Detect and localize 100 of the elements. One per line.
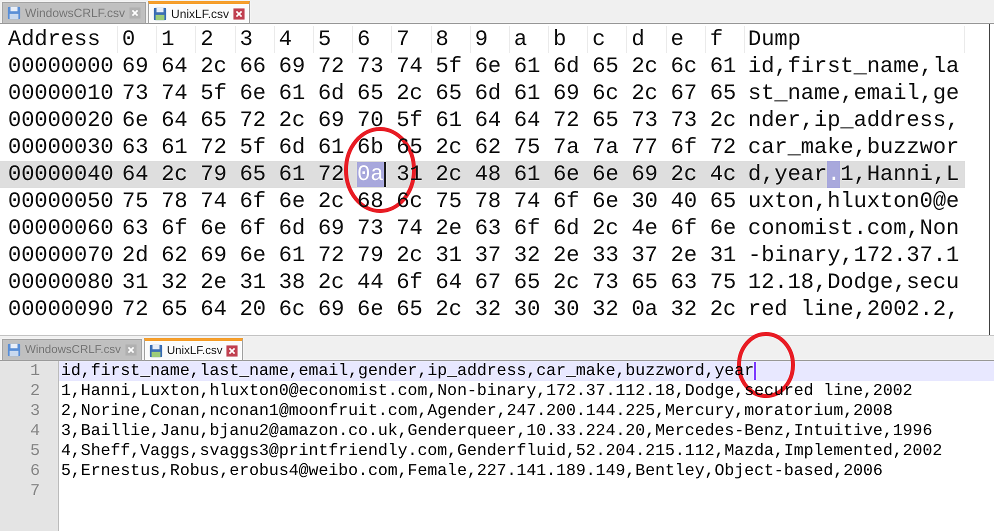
byte-cell[interactable]: 62 — [161, 243, 188, 268]
byte-cell[interactable]: 64 — [161, 108, 188, 133]
byte-cell[interactable]: 6f — [240, 216, 266, 241]
byte-cell[interactable]: 2c — [396, 81, 423, 106]
byte-cell[interactable]: 74 — [161, 81, 188, 106]
byte-cell[interactable]: 38 — [278, 270, 306, 295]
byte-cell[interactable]: 74 — [396, 54, 423, 79]
byte-cell[interactable]: 6e — [122, 108, 148, 133]
byte-cell[interactable]: 65 — [240, 162, 266, 187]
byte-cell[interactable]: 2e — [436, 216, 462, 241]
byte-cell[interactable]: 2c — [200, 54, 227, 79]
byte-cell[interactable]: 7a — [553, 135, 580, 160]
byte-cell[interactable]: 30 — [631, 189, 658, 214]
byte-cell[interactable]: 2c — [670, 162, 698, 187]
byte-cell[interactable]: 5f — [436, 54, 462, 79]
byte-cell[interactable]: 5f — [240, 135, 266, 160]
byte-cell[interactable]: 31 — [436, 243, 462, 268]
byte-cell[interactable]: 6e — [240, 243, 266, 268]
byte-cell[interactable]: 69 — [318, 108, 344, 133]
byte-cell[interactable]: 6f — [670, 135, 698, 160]
byte-cell[interactable]: 61 — [436, 108, 462, 133]
byte-cell[interactable]: 2c — [161, 162, 188, 187]
byte-cell[interactable]: 6f — [514, 216, 540, 241]
byte-cell[interactable]: 61 — [514, 162, 540, 187]
byte-cell[interactable]: 6f — [240, 189, 266, 214]
byte-cell[interactable]: 65 — [592, 108, 619, 133]
byte-cell[interactable]: 6e — [474, 54, 502, 79]
byte-cell[interactable]: 69 — [318, 297, 344, 322]
byte-cell[interactable]: 6d — [318, 81, 344, 106]
byte-cell[interactable]: 65 — [514, 270, 540, 295]
byte-cell[interactable]: 2c — [396, 243, 423, 268]
byte-cell[interactable]: 61 — [278, 162, 306, 187]
byte-cell[interactable]: 40 — [670, 189, 698, 214]
byte-cell[interactable]: 69 — [631, 162, 658, 187]
byte-cell[interactable]: 65 — [200, 108, 227, 133]
byte-cell[interactable]: 64 — [122, 162, 148, 187]
byte-cell[interactable]: 6f — [670, 216, 698, 241]
byte-cell[interactable]: 2e — [553, 243, 580, 268]
byte-cell[interactable]: 48 — [474, 162, 502, 187]
byte-cell[interactable]: 6e — [200, 216, 227, 241]
byte-cell[interactable]: 6d — [474, 81, 502, 106]
byte-cell[interactable]: 32 — [514, 243, 540, 268]
byte-cell[interactable]: 73 — [357, 216, 384, 241]
byte-cell[interactable]: 6b — [357, 135, 384, 160]
byte-cell[interactable]: 6d — [553, 216, 580, 241]
byte-cell[interactable]: 6d — [278, 216, 306, 241]
byte-cell[interactable]: 72 — [200, 135, 227, 160]
byte-cell[interactable]: 73 — [122, 81, 148, 106]
byte-cell[interactable]: 2c — [631, 54, 658, 79]
byte-cell[interactable]: 6e — [710, 216, 736, 241]
byte-cell[interactable]: 73 — [357, 54, 384, 79]
byte-cell[interactable]: 75 — [514, 135, 540, 160]
byte-cell[interactable]: 32 — [592, 297, 619, 322]
byte-cell[interactable]: 32 — [670, 297, 698, 322]
byte-cell[interactable]: 31 — [240, 270, 266, 295]
byte-cell[interactable]: 61 — [278, 243, 306, 268]
byte-cell[interactable]: 64 — [200, 297, 227, 322]
byte-cell[interactable]: 64 — [161, 54, 188, 79]
byte-cell[interactable]: 69 — [278, 54, 306, 79]
byte-cell[interactable]: 72 — [318, 243, 344, 268]
byte-cell[interactable]: 69 — [122, 54, 148, 79]
byte-cell[interactable]: 61 — [514, 54, 540, 79]
byte-cell[interactable]: 6d — [278, 135, 306, 160]
byte-cell[interactable]: 64 — [474, 108, 502, 133]
byte-cell[interactable]: 65 — [436, 81, 462, 106]
close-icon[interactable] — [233, 8, 246, 20]
byte-cell[interactable]: 2e — [670, 243, 698, 268]
byte-cell[interactable]: 61 — [710, 54, 736, 79]
byte-cell[interactable]: 64 — [514, 108, 540, 133]
byte-cell[interactable]: 2c — [436, 135, 462, 160]
byte-cell[interactable]: 63 — [122, 135, 148, 160]
byte-cell[interactable]: 65 — [592, 54, 619, 79]
byte-cell[interactable]: 2c — [278, 108, 306, 133]
byte-cell[interactable]: 67 — [670, 81, 698, 106]
byte-cell[interactable]: 75 — [122, 189, 148, 214]
byte-cell[interactable]: 75 — [710, 270, 736, 295]
byte-cell[interactable]: 65 — [396, 297, 423, 322]
byte-cell[interactable]: 2c — [592, 216, 619, 241]
file-tab[interactable]: UnixLF.csv — [144, 338, 244, 360]
byte-cell[interactable]: 79 — [357, 243, 384, 268]
byte-cell[interactable]: 62 — [474, 135, 502, 160]
byte-cell[interactable]: 65 — [631, 270, 658, 295]
byte-cell[interactable]: 74 — [200, 189, 227, 214]
byte-cell[interactable]: 65 — [710, 189, 736, 214]
byte-cell[interactable]: 61 — [318, 135, 344, 160]
byte-cell[interactable]: 2d — [122, 243, 148, 268]
byte-cell[interactable]: 2c — [553, 270, 580, 295]
byte-cell[interactable]: 69 — [200, 243, 227, 268]
byte-cell[interactable]: 73 — [631, 108, 658, 133]
byte-cell[interactable]: 2c — [710, 297, 736, 322]
byte-cell[interactable]: 65 — [710, 81, 736, 106]
byte-cell[interactable]: 6e — [592, 162, 619, 187]
byte-cell[interactable]: 78 — [161, 189, 188, 214]
byte-cell[interactable]: 2c — [631, 81, 658, 106]
byte-cell[interactable]: 33 — [592, 243, 619, 268]
byte-cell[interactable]: 66 — [240, 54, 266, 79]
byte-cell[interactable]: 6f — [396, 270, 423, 295]
byte-cell[interactable]: 2c — [710, 108, 736, 133]
byte-cell[interactable]: 79 — [200, 162, 227, 187]
byte-cell[interactable]: 77 — [631, 135, 658, 160]
